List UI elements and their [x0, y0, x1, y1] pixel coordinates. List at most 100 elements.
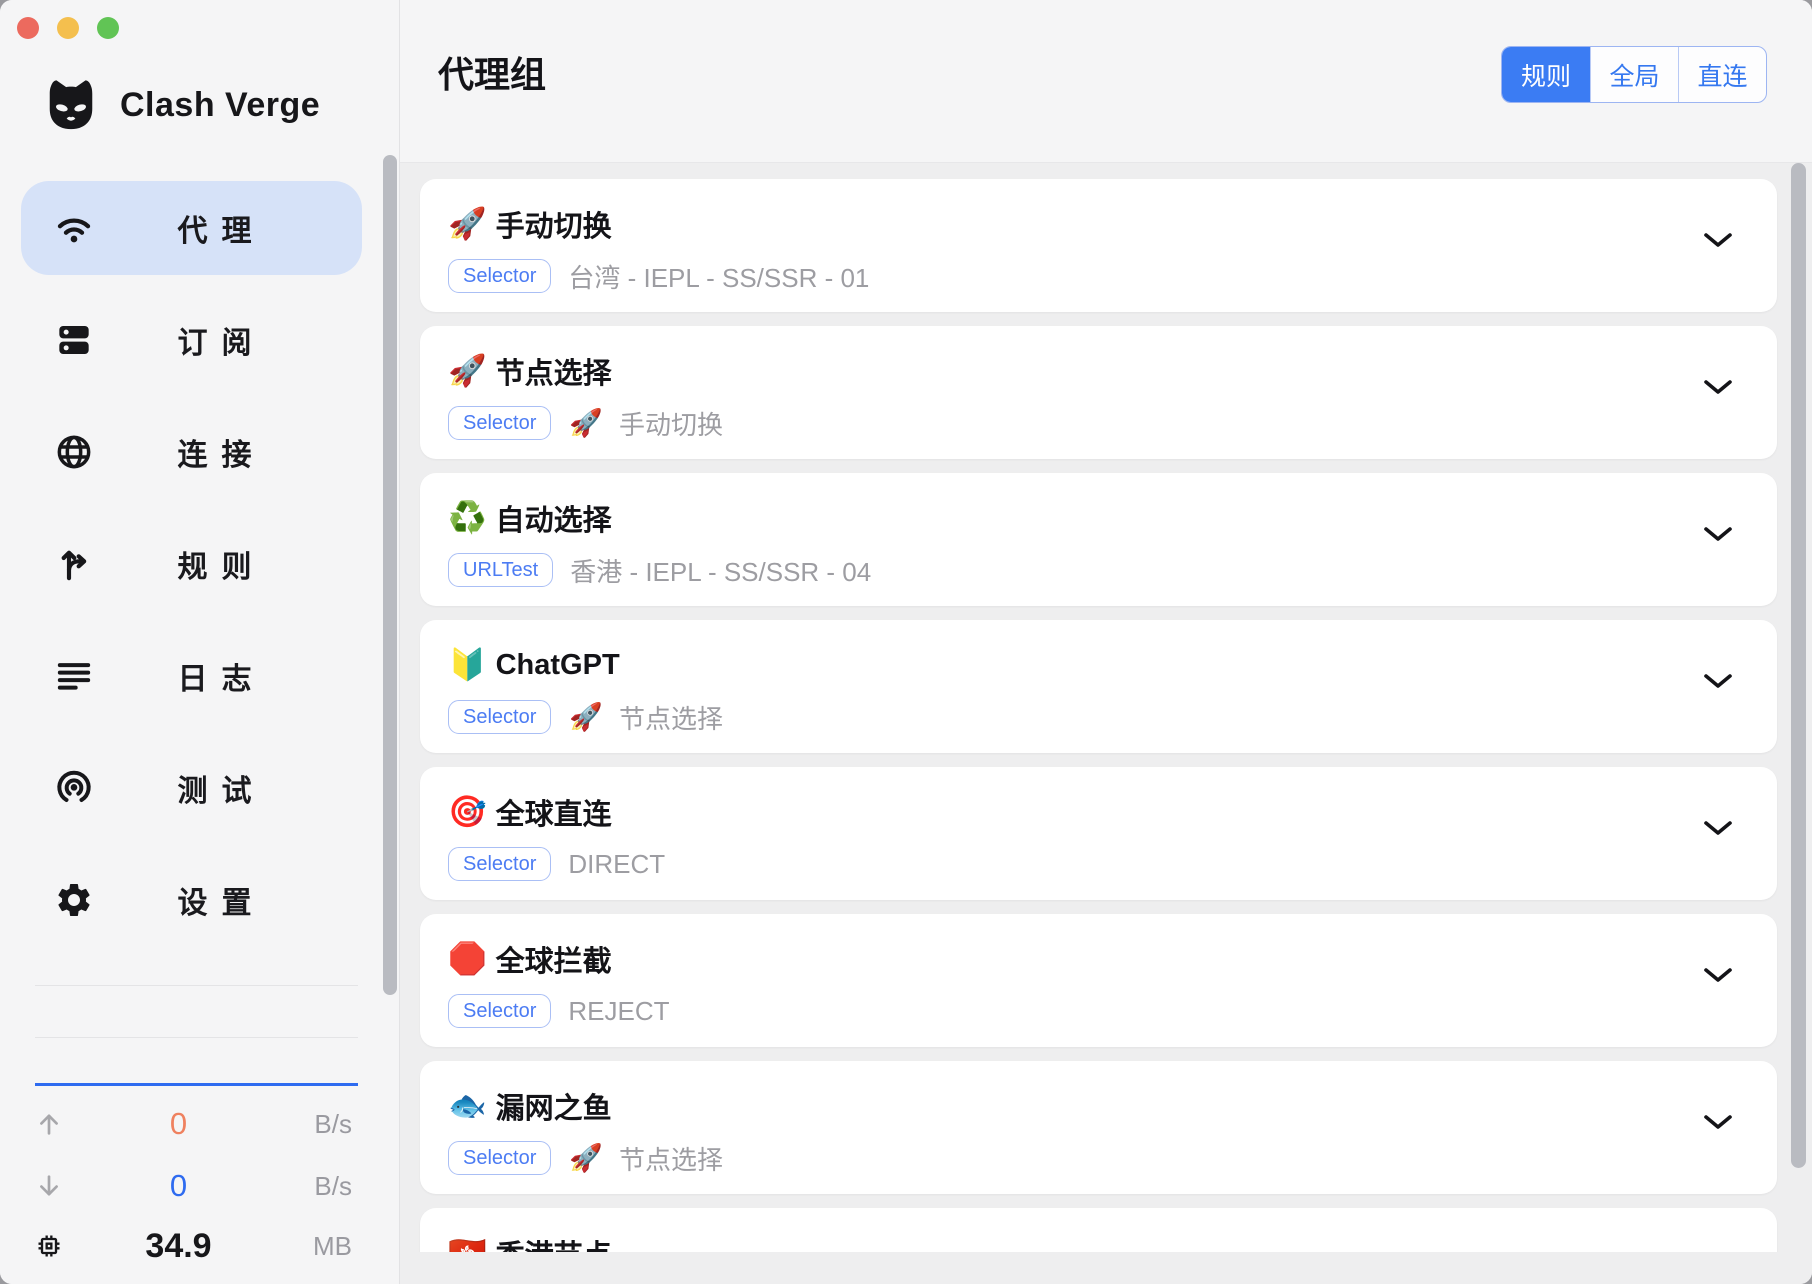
group-name: ChatGPT: [496, 649, 620, 682]
group-title-row: ♻️ 自动选择: [448, 498, 1777, 538]
proxy-group-card[interactable]: ♻️ 自动选择 URLTest 香港 - IEPL - SS/SSR - 04: [420, 473, 1777, 606]
close-window-button[interactable]: [17, 17, 39, 39]
traffic-graph-baseline: [35, 1083, 358, 1086]
current-node-emoji: 🚀: [569, 701, 603, 733]
chevron-down-icon[interactable]: [1703, 526, 1733, 542]
main-header: 代理组 规则 全局 直连: [400, 0, 1812, 163]
sidebar-item-proxies[interactable]: 代理: [21, 181, 362, 275]
group-sub-row: Selector 🚀 节点选择: [448, 1139, 1777, 1177]
sidebar-nav: 代理 订阅 连接 规则: [21, 181, 362, 965]
sidebar-divider: [399, 0, 400, 1284]
chevron-down-icon[interactable]: [1703, 232, 1733, 248]
arrow-down-icon: [35, 1172, 69, 1200]
download-stat: 0 B/s: [35, 1158, 352, 1214]
wifi-icon: [53, 207, 95, 249]
group-name: 全球直连: [496, 791, 612, 833]
group-emoji: 🇭🇰: [448, 1233, 487, 1252]
sidebar-item-profiles[interactable]: 订阅: [21, 293, 362, 387]
chevron-down-icon[interactable]: [1703, 673, 1733, 689]
globe-icon: [53, 431, 95, 473]
window-controls: [17, 17, 119, 39]
main-panel: 代理组 规则 全局 直连 🚀 手动切换 Selector 台湾 - IEPL -…: [400, 0, 1812, 1284]
group-sub-row: Selector DIRECT: [448, 845, 1777, 883]
group-type-badge: Selector: [448, 406, 551, 440]
minimize-window-button[interactable]: [57, 17, 79, 39]
group-title-row: 🇭🇰 香港节点: [448, 1233, 1777, 1252]
sidebar: Clash Verge 代理 订阅 连接: [0, 0, 399, 1284]
group-name: 自动选择: [496, 497, 612, 539]
proxy-group-list: 🚀 手动切换 Selector 台湾 - IEPL - SS/SSR - 01 …: [400, 163, 1812, 1252]
group-type-badge: Selector: [448, 847, 551, 881]
sidebar-item-label: 代理: [95, 206, 362, 250]
current-node-name: 节点选择: [619, 1140, 723, 1177]
proxy-group-card[interactable]: 🐟 漏网之鱼 Selector 🚀 节点选择: [420, 1061, 1777, 1194]
sidebar-scrollbar[interactable]: [383, 155, 397, 995]
group-title-row: 🚀 节点选择: [448, 351, 1777, 391]
sidebar-item-label: 订阅: [95, 318, 362, 362]
group-sub-row: Selector 台湾 - IEPL - SS/SSR - 01: [448, 257, 1777, 295]
clash-verge-window: Clash Verge 代理 订阅 连接: [0, 0, 1812, 1284]
group-type-badge: Selector: [448, 1141, 551, 1175]
group-emoji: ♻️: [448, 498, 487, 538]
sidebar-item-rules[interactable]: 规则: [21, 517, 362, 611]
group-name: 节点选择: [496, 350, 612, 392]
proxy-group-card[interactable]: 🎯 全球直连 Selector DIRECT: [420, 767, 1777, 900]
download-value: 0: [69, 1168, 288, 1204]
group-name: 全球拦截: [496, 938, 612, 980]
proxy-group-card[interactable]: 🇭🇰 香港节点: [420, 1208, 1777, 1252]
proxy-group-card[interactable]: 🔰 ChatGPT Selector 🚀 节点选择: [420, 620, 1777, 753]
sidebar-item-label: 规则: [95, 542, 362, 586]
divider: [35, 1037, 358, 1038]
current-node-name: 手动切换: [619, 405, 723, 442]
lines-icon: [53, 655, 95, 697]
gear-icon: [53, 879, 95, 921]
divider: [35, 985, 358, 986]
proxy-mode-toggle-group: 规则 全局 直连: [1501, 46, 1767, 103]
current-node-emoji: 🚀: [569, 1142, 603, 1174]
chevron-down-icon[interactable]: [1703, 1114, 1733, 1130]
page-title: 代理组: [438, 46, 546, 103]
group-sub-row: Selector REJECT: [448, 992, 1777, 1030]
group-emoji: 🚀: [448, 351, 487, 391]
mode-button-global[interactable]: 全局: [1590, 47, 1678, 102]
group-type-badge: URLTest: [448, 553, 553, 587]
group-type-badge: Selector: [448, 994, 551, 1028]
sidebar-item-connections[interactable]: 连接: [21, 405, 362, 499]
chevron-down-icon[interactable]: [1703, 967, 1733, 983]
current-node-name: 节点选择: [619, 699, 723, 736]
upload-value: 0: [69, 1106, 288, 1142]
group-emoji: 🚀: [448, 204, 487, 244]
mode-button-rule[interactable]: 规则: [1502, 47, 1590, 102]
mode-button-direct[interactable]: 直连: [1678, 47, 1766, 102]
main-scrollbar[interactable]: [1791, 163, 1806, 1168]
subscription-icon: [53, 319, 95, 361]
sidebar-item-test[interactable]: 测试: [21, 741, 362, 835]
current-node-emoji: 🚀: [569, 407, 603, 439]
group-sub-row: URLTest 香港 - IEPL - SS/SSR - 04: [448, 551, 1777, 589]
zoom-window-button[interactable]: [97, 17, 119, 39]
group-emoji: 🛑: [448, 939, 487, 979]
group-name: 香港节点: [496, 1232, 612, 1252]
download-unit: B/s: [288, 1171, 352, 1202]
chevron-down-icon[interactable]: [1703, 379, 1733, 395]
upload-unit: B/s: [288, 1109, 352, 1140]
arrow-up-icon: [35, 1110, 69, 1138]
current-node-name: REJECT: [568, 996, 669, 1027]
group-name: 手动切换: [496, 203, 612, 245]
chip-icon: [35, 1232, 69, 1260]
group-sub-row: Selector 🚀 节点选择: [448, 698, 1777, 736]
chevron-down-icon[interactable]: [1703, 820, 1733, 836]
memory-stat[interactable]: 34.9 MB: [35, 1218, 352, 1274]
proxy-group-card[interactable]: 🚀 手动切换 Selector 台湾 - IEPL - SS/SSR - 01: [420, 179, 1777, 312]
group-emoji: 🎯: [448, 792, 487, 832]
app-logo: Clash Verge: [42, 76, 320, 134]
sidebar-item-logs[interactable]: 日志: [21, 629, 362, 723]
sidebar-item-settings[interactable]: 设置: [21, 853, 362, 947]
current-node-name: 台湾 - IEPL - SS/SSR - 01: [568, 258, 869, 295]
current-node-name: 香港 - IEPL - SS/SSR - 04: [570, 552, 871, 589]
proxy-group-card[interactable]: 🚀 节点选择 Selector 🚀 手动切换: [420, 326, 1777, 459]
proxy-group-card[interactable]: 🛑 全球拦截 Selector REJECT: [420, 914, 1777, 1047]
app-title: Clash Verge: [120, 86, 320, 125]
fork-icon: [53, 543, 95, 585]
group-title-row: 🔰 ChatGPT: [448, 645, 1777, 685]
